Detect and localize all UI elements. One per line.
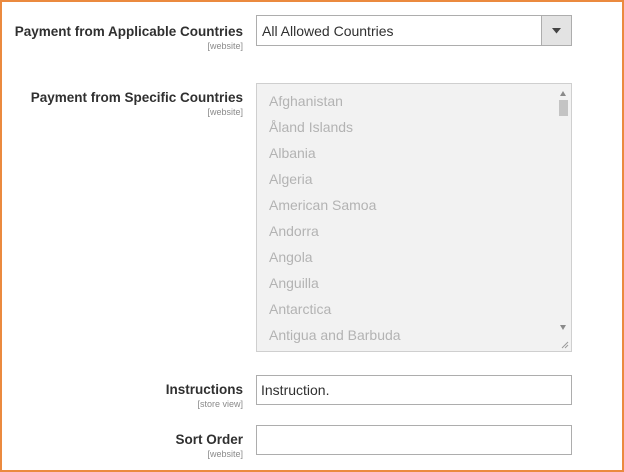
country-option[interactable]: Anguilla xyxy=(269,275,319,291)
scroll-up-arrow-icon[interactable] xyxy=(560,91,566,96)
country-option[interactable]: Algeria xyxy=(269,171,313,187)
sort-order-scope: [website] xyxy=(207,449,243,459)
country-option[interactable]: Antarctica xyxy=(269,301,331,317)
applicable-countries-select[interactable]: All Allowed Countries xyxy=(256,15,572,46)
specific-countries-label-group: Payment from Specific Countries [website… xyxy=(31,90,243,118)
specific-countries-label: Payment from Specific Countries xyxy=(30,90,243,105)
specific-countries-multiselect[interactable]: Afghanistan Åland Islands Albania Algeri… xyxy=(256,83,572,352)
applicable-countries-scope: [website] xyxy=(207,41,243,51)
scroll-down-arrow-icon[interactable] xyxy=(560,325,566,330)
instructions-label-group: Instructions [store view] xyxy=(166,382,243,410)
instructions-scope: [store view] xyxy=(197,399,243,409)
country-option[interactable]: Afghanistan xyxy=(269,93,343,109)
instructions-input[interactable] xyxy=(256,375,572,405)
multiselect-scrollbar[interactable] xyxy=(558,86,569,348)
country-option[interactable]: Angola xyxy=(269,249,313,265)
instructions-label: Instructions xyxy=(165,382,243,397)
resize-grip-icon[interactable] xyxy=(561,341,569,349)
applicable-countries-selected-value: All Allowed Countries xyxy=(262,23,394,39)
sort-order-label-group: Sort Order [website] xyxy=(175,432,243,460)
scrollbar-thumb[interactable] xyxy=(559,100,568,116)
select-dropdown-button[interactable] xyxy=(541,16,571,45)
country-option[interactable]: Albania xyxy=(269,145,316,161)
country-option[interactable]: Andorra xyxy=(269,223,319,239)
applicable-countries-label-group: Payment from Applicable Countries [websi… xyxy=(15,24,243,52)
country-option[interactable]: Åland Islands xyxy=(269,119,353,135)
specific-countries-scope: [website] xyxy=(207,107,243,117)
country-option[interactable]: Antigua and Barbuda xyxy=(269,327,401,343)
country-option[interactable]: American Samoa xyxy=(269,197,376,213)
sort-order-input[interactable] xyxy=(256,425,572,455)
applicable-countries-label: Payment from Applicable Countries xyxy=(14,24,243,39)
sort-order-label: Sort Order xyxy=(175,432,243,447)
chevron-down-icon xyxy=(552,27,561,33)
